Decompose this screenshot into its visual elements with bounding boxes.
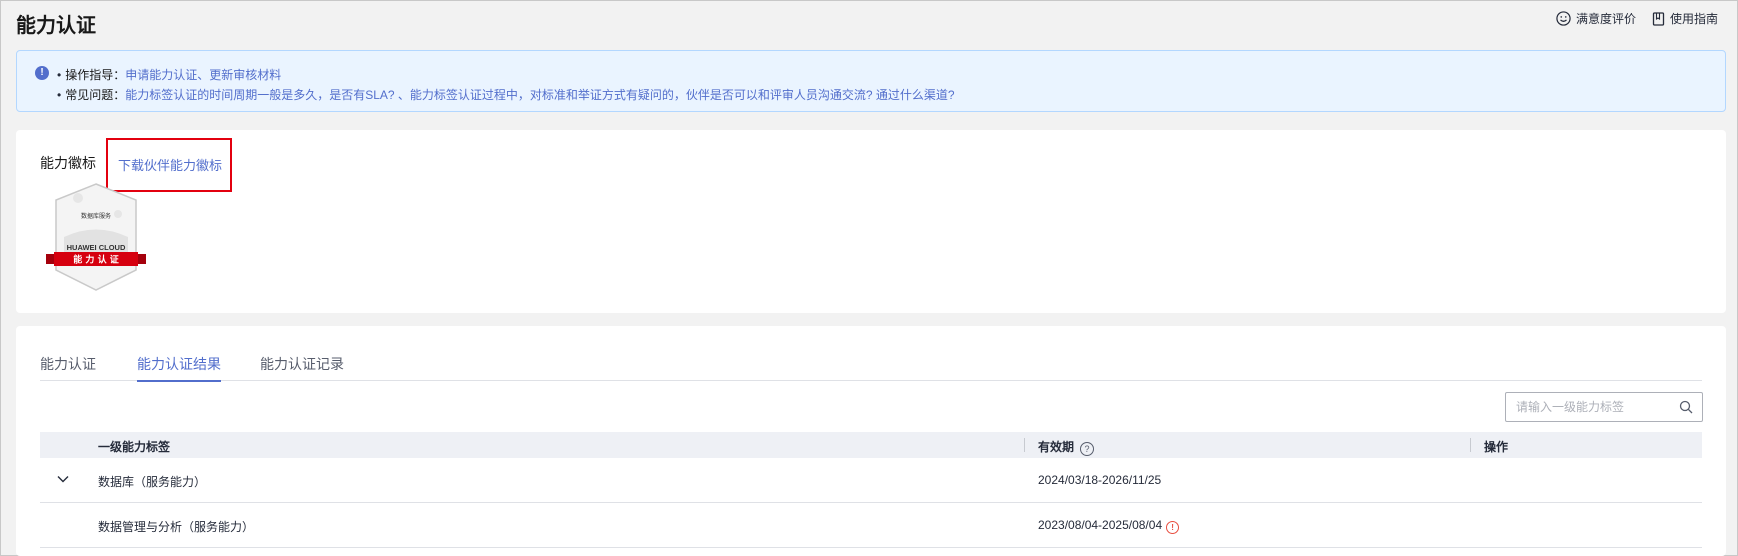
smiley-icon (1556, 11, 1571, 26)
column-divider (1024, 438, 1025, 452)
tab-certification-records[interactable]: 能力认证记录 (260, 354, 344, 380)
notice-label-guide: 操作指导： (65, 68, 126, 82)
chevron-down-icon[interactable] (56, 472, 70, 486)
bullet-icon: • (57, 68, 62, 82)
notice-row-guide: • 操作指导：申请能力认证、更新审核材料 (57, 66, 281, 83)
notice-row-faq: • 常见问题：能力标签认证的时间周期一般是多久，是否有SLA? 、能力标签认证过程… (57, 86, 955, 103)
guide-link[interactable]: 申请能力认证、更新审核材料 (125, 68, 281, 82)
book-icon (1652, 11, 1665, 26)
guide-button[interactable]: 使用指南 (1652, 10, 1718, 27)
bullet-icon: • (57, 88, 62, 102)
guide-notice: ! • 操作指导：申请能力认证、更新审核材料 • 常见问题：能力标签认证的时间周期一… (16, 50, 1726, 112)
feedback-button[interactable]: 满意度评价 (1556, 10, 1636, 27)
faq-link[interactable]: 能力标签认证的时间周期一般是多久，是否有SLA? 、能力标签认证过程中，对标准和… (125, 88, 954, 102)
column-header-validity-text: 有效期 (1038, 440, 1075, 454)
table-row: 数据库（服务能力） 2024/03/18-2026/11/25 (40, 458, 1702, 503)
search-box (1505, 392, 1703, 422)
page-title: 能力认证 (16, 15, 96, 37)
table-row: 数据管理与分析（服务能力） 2023/08/04-2025/08/04! (40, 503, 1702, 548)
badge-section-label: 能力徽标 (40, 155, 96, 171)
search-icon[interactable] (1679, 400, 1693, 414)
column-divider (1470, 438, 1471, 452)
capability-badge-image: 数据库服务 HUAWEI CLOUD 能 力 认 证 (46, 183, 146, 291)
row-validity-cell: 2023/08/04-2025/08/04! (1038, 518, 1180, 534)
column-header-action: 操作 (1484, 440, 1509, 454)
search-input[interactable] (1516, 398, 1666, 416)
feedback-label: 满意度评价 (1575, 12, 1636, 26)
help-icon[interactable]: ? (1080, 442, 1095, 456)
top-actions: 满意度评价 使用指南 (1556, 10, 1718, 27)
download-badge-text: 下载伙伴能力徽标 (118, 158, 223, 173)
guide-label: 使用指南 (1669, 12, 1718, 26)
badge-ribbon-text: 能 力 认 证 (73, 254, 118, 266)
results-card: 能力认证 能力认证结果 能力认证记录 一级能力标签 有效期? 操作 数据库（服务… (16, 326, 1726, 556)
tab-certification-results[interactable]: 能力认证结果 (137, 354, 221, 382)
warning-icon[interactable]: ! (1166, 521, 1180, 534)
info-icon: ! (35, 66, 49, 80)
table-header: 一级能力标签 有效期? 操作 (40, 432, 1702, 458)
column-header-validity: 有效期? (1038, 438, 1095, 456)
tab-bar: 能力认证 能力认证结果 能力认证记录 (40, 354, 1702, 382)
row-validity: 2024/03/18-2026/11/25 (1038, 473, 1162, 487)
row-label: 数据管理与分析（服务能力） (98, 520, 255, 534)
badge-card: 能力徽标 下载伙伴能力徽标 数据库服务 HUAWEI CLOUD 能 力 认 证 (16, 130, 1726, 313)
row-validity: 2023/08/04-2025/08/04 (1038, 518, 1163, 532)
row-label: 数据库（服务能力） (98, 475, 207, 489)
tab-certification[interactable]: 能力认证 (40, 354, 96, 380)
badge-title: 数据库服务 (81, 212, 111, 220)
badge-brand: HUAWEI CLOUD (67, 243, 126, 252)
column-header-label: 一级能力标签 (98, 440, 171, 454)
notice-label-faq: 常见问题： (65, 88, 126, 102)
